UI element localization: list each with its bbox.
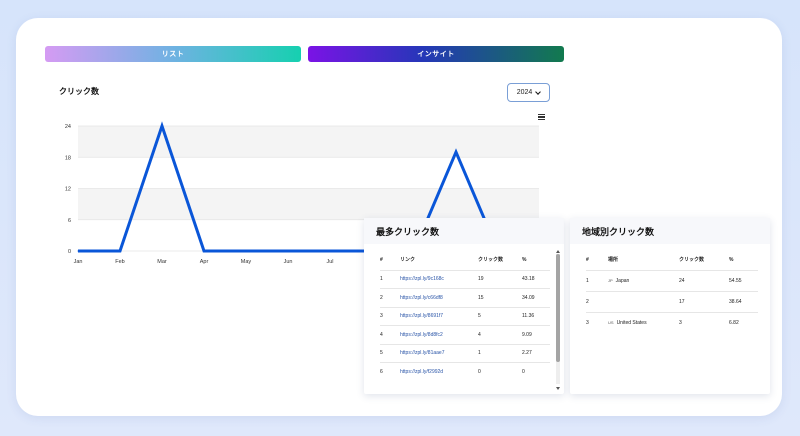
table-row: 5 https://zpl.ly/81aae7 1 2.27 — [380, 343, 550, 363]
row-clicks: 0 — [478, 362, 522, 381]
data-point — [455, 151, 457, 153]
tab-list[interactable]: リスト — [45, 46, 301, 62]
row-clicks: 1 — [478, 343, 522, 363]
row-rank: 3 — [380, 306, 400, 326]
x-tick-label: May — [241, 259, 252, 265]
col-rank: # — [586, 256, 589, 263]
flag-icon: JP — [608, 277, 613, 283]
y-tick-label: 12 — [65, 187, 71, 193]
grid-band — [78, 126, 539, 158]
row-pct: 0 — [522, 362, 550, 381]
row-clicks: 4 — [478, 325, 522, 344]
col-clicks: クリック数 — [478, 257, 504, 264]
row-pct: 2.27 — [522, 343, 550, 363]
row-clicks: 24 — [679, 269, 729, 291]
data-point — [77, 250, 79, 252]
row-link[interactable]: https://zpl.ly/f2992d — [400, 362, 478, 381]
flag-icon: US — [608, 319, 614, 325]
row-rank: 6 — [380, 362, 400, 381]
row-pct: 38.64 — [729, 290, 758, 312]
row-rank: 1 — [586, 269, 608, 291]
geo-clicks-card: 地域別クリック数 # 場所 クリック数 % 1 JP Japan 24 54.55 2 17… — [570, 218, 770, 394]
table-row: 3 US United States 3 6.82 — [586, 311, 758, 333]
col-rank: # — [380, 256, 383, 263]
data-point — [329, 250, 331, 252]
y-tick-label: 6 — [68, 218, 71, 224]
x-tick-label: Apr — [200, 259, 209, 265]
top-clicks-card: 最多クリック数 # リンク クリック数 % 1 https://zpl.ly/9c… — [364, 218, 564, 394]
table-row: 4 https://zpl.ly/8d8fc2 4 9.09 — [380, 325, 550, 344]
x-tick-label: Jun — [284, 259, 293, 265]
row-rank: 2 — [586, 290, 608, 312]
row-rank: 5 — [380, 343, 400, 363]
table-row: 6 https://zpl.ly/f2992d 0 0 — [380, 362, 550, 381]
table-row: 3 https://zpl.ly/8691f7 5 11.36 — [380, 306, 550, 326]
table-row: 1 https://zpl.ly/9c168c 19 43.18 — [380, 269, 550, 289]
col-place: 場所 — [608, 257, 619, 264]
geo-clicks-table: # 場所 クリック数 % 1 JP Japan 24 54.55 2 17 38.64 3 US U… — [586, 250, 758, 333]
row-pct: 9.09 — [522, 325, 550, 344]
col-link: リンク — [400, 257, 416, 264]
table-row: 2 17 38.64 — [586, 290, 758, 312]
col-clicks: クリック数 — [679, 257, 705, 264]
top-clicks-title: 最多クリック数 — [364, 218, 564, 244]
row-pct: 11.36 — [522, 306, 550, 326]
x-tick-label: Mar — [157, 259, 167, 265]
row-clicks: 17 — [679, 290, 729, 312]
y-tick-label: 0 — [68, 249, 71, 255]
scroll-down-icon[interactable] — [556, 387, 560, 390]
x-tick-label: Jul — [326, 259, 333, 265]
col-pct: % — [729, 256, 734, 263]
row-link[interactable]: https://zpl.ly/8d8fc2 — [400, 325, 478, 344]
x-tick-label: Feb — [115, 259, 124, 265]
scroll-thumb[interactable] — [556, 254, 560, 362]
row-rank: 1 — [380, 269, 400, 289]
row-clicks: 5 — [478, 306, 522, 326]
top-clicks-table: # リンク クリック数 % 1 https://zpl.ly/9c168c 19 43… — [380, 250, 550, 381]
place-name: Japan — [615, 277, 630, 284]
row-clicks: 15 — [478, 288, 522, 307]
data-point — [245, 250, 247, 252]
row-pct: 43.18 — [522, 269, 550, 289]
top-clicks-scrollbar[interactable] — [555, 250, 561, 392]
row-place — [608, 290, 679, 312]
table-row: 1 JP Japan 24 54.55 — [586, 269, 758, 291]
scroll-up-icon[interactable] — [556, 250, 560, 253]
data-point — [161, 125, 163, 127]
row-place: US United States — [608, 311, 679, 333]
row-link[interactable]: https://zpl.ly/81aae7 — [400, 343, 478, 363]
row-rank: 4 — [380, 325, 400, 344]
data-point — [287, 250, 289, 252]
row-pct: 54.55 — [729, 269, 758, 291]
row-rank: 2 — [380, 288, 400, 307]
row-rank: 3 — [586, 311, 608, 333]
place-name: United States — [616, 319, 647, 326]
y-tick-label: 24 — [65, 124, 71, 130]
y-tick-label: 18 — [65, 155, 71, 161]
row-pct: 6.82 — [729, 311, 758, 333]
table-row: 2 https://zpl.ly/c66df8 15 34.09 — [380, 288, 550, 307]
data-point — [203, 250, 205, 252]
row-link[interactable]: https://zpl.ly/9c168c — [400, 269, 478, 289]
col-pct: % — [522, 256, 527, 263]
geo-clicks-title: 地域別クリック数 — [570, 218, 770, 244]
grid-band — [78, 188, 539, 220]
tab-insight[interactable]: インサイト — [308, 46, 564, 62]
row-pct: 34.09 — [522, 288, 550, 307]
row-place: JP Japan — [608, 269, 679, 291]
row-link[interactable]: https://zpl.ly/c66df8 — [400, 288, 478, 307]
row-clicks: 19 — [478, 269, 522, 289]
row-link[interactable]: https://zpl.ly/8691f7 — [400, 306, 478, 326]
row-clicks: 3 — [679, 311, 729, 333]
data-point — [119, 250, 121, 252]
x-tick-label: Jan — [74, 259, 83, 265]
